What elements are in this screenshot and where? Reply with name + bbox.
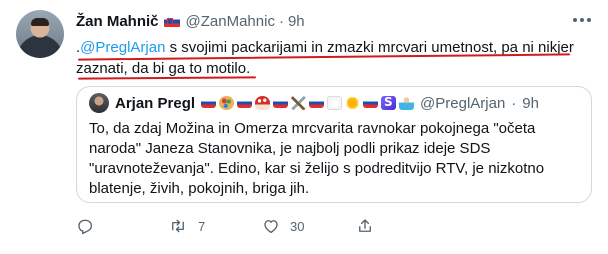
author-avatar[interactable] [16, 10, 64, 58]
slovenian-flag-icon [363, 98, 379, 108]
retweet-icon [172, 219, 184, 233]
s-badge-icon [381, 95, 397, 110]
mention-link[interactable]: @PreglArjan [80, 39, 165, 56]
retweet-count: 7 [198, 218, 206, 234]
heart-icon [264, 220, 278, 234]
tweet-header: Žan Mahnič @ZanMahnic · 9h [76, 11, 305, 31]
share-icon [359, 219, 371, 232]
slovenian-flag-icon [201, 98, 217, 108]
quoted-timestamp: 9h [522, 94, 539, 112]
quoted-author-name: Arjan Pregl [115, 94, 196, 112]
sun-cloud-icon [327, 96, 343, 110]
quoted-tweet-text: To, da zdaj Možina in Omerza mrcvarita r… [89, 120, 545, 197]
quoted-author-handle: @PreglArjan [420, 94, 506, 112]
slovenian-flag-icon [273, 98, 289, 108]
author-handle[interactable]: @ZanMahnic [186, 13, 275, 30]
tweet-actions-bar: 7 30 [76, 214, 506, 238]
tweet-timestamp[interactable]: 9h [288, 13, 305, 30]
quoted-separator: · [511, 94, 517, 112]
hammer-pick-icon [291, 96, 307, 110]
share-button[interactable] [356, 214, 374, 238]
slovenian-flag-icon [163, 15, 180, 27]
more-dots-icon[interactable] [570, 12, 594, 28]
mushroom-icon [255, 96, 271, 110]
sun-icon [345, 96, 361, 110]
retweet-button[interactable]: 7 [168, 214, 262, 238]
header-separator: · [278, 12, 284, 30]
palette-icon [219, 96, 235, 110]
annotation-underline-line2 [77, 76, 257, 80]
reply-button[interactable] [76, 214, 168, 238]
person-wave-icon [399, 96, 415, 110]
quoted-tweet-header: Arjan Pregl @PreglArjan · 9h [89, 93, 539, 113]
quoted-author-avatar [89, 93, 109, 113]
like-button[interactable]: 30 [262, 214, 356, 238]
author-name[interactable]: Žan Mahnič [76, 13, 159, 30]
slovenian-flag-icon [237, 98, 253, 108]
quoted-tweet-card[interactable]: Arjan Pregl @PreglArjan · 9h To, da zdaj… [76, 86, 592, 203]
reply-icon [78, 219, 93, 235]
slovenian-flag-icon [309, 98, 325, 108]
quoted-name-emojis [198, 95, 415, 110]
like-count: 30 [290, 218, 305, 234]
